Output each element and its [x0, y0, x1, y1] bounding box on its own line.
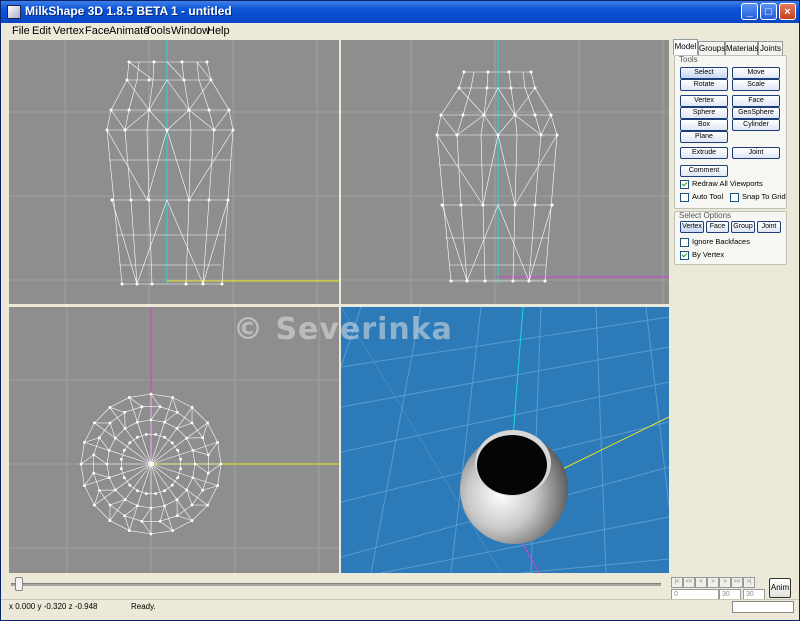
rotate-tool-button[interactable]: Rotate	[680, 79, 728, 91]
menu-bar: File Edit Vertex Face Animate Tools Wind…	[1, 23, 799, 40]
status-message: Ready.	[131, 602, 156, 611]
sphere-tool-button[interactable]: Sphere	[680, 107, 728, 119]
minimize-button[interactable]: _	[741, 3, 758, 20]
cylinder-tool-button[interactable]: Cylinder	[732, 119, 780, 131]
first-frame-icon[interactable]: |<	[671, 577, 683, 588]
menu-face[interactable]: Face	[85, 25, 109, 37]
auto-tool-checkbox[interactable]: Auto Tool	[680, 192, 723, 202]
checkmark-icon	[680, 250, 689, 260]
window-title: MilkShape 3D 1.8.5 BETA 1 - untitled	[25, 4, 232, 18]
comment-button[interactable]: Comment	[680, 165, 728, 177]
select-face-button[interactable]: Face	[706, 221, 729, 233]
geosphere-tool-button[interactable]: GeoSphere	[732, 107, 780, 119]
viewport-front[interactable]	[9, 40, 339, 304]
select-vertex-button[interactable]: Vertex	[680, 221, 704, 233]
menu-edit[interactable]: Edit	[32, 25, 51, 37]
checkmark-icon	[680, 179, 689, 189]
timeline-slider-thumb[interactable]	[15, 577, 23, 591]
select-options-legend: Select Options	[679, 211, 732, 220]
select-options-group: Select Options Vertex Face Group Joint I…	[674, 211, 787, 265]
last-frame-icon[interactable]: >|	[743, 577, 755, 588]
menu-animate[interactable]: Animate	[109, 25, 149, 37]
next-frame-icon[interactable]: >	[719, 577, 731, 588]
extrude-tool-button[interactable]: Extrude	[680, 147, 728, 159]
face-tool-button[interactable]: Face	[732, 95, 780, 107]
tab-groups[interactable]: Groups	[698, 41, 725, 55]
scale-tool-button[interactable]: Scale	[732, 79, 780, 91]
front-view-canvas	[9, 40, 339, 304]
close-button[interactable]: ×	[779, 3, 796, 20]
vertex-tool-button[interactable]: Vertex	[680, 95, 728, 107]
title-bar[interactable]: MilkShape 3D 1.8.5 BETA 1 - untitled _ □…	[1, 1, 799, 23]
status-panel	[732, 601, 794, 613]
menu-help[interactable]: Help	[207, 25, 230, 37]
tools-legend: Tools	[679, 55, 698, 64]
box-tool-button[interactable]: Box	[680, 119, 728, 131]
menu-tools[interactable]: Tools	[145, 25, 171, 37]
by-vertex-checkbox[interactable]: By Vertex	[680, 250, 724, 260]
timeline-track	[11, 583, 661, 586]
tab-joints[interactable]: Joints	[758, 41, 783, 55]
app-window: MilkShape 3D 1.8.5 BETA 1 - untitled _ □…	[0, 0, 800, 621]
maximize-button[interactable]: □	[760, 3, 777, 20]
menu-window[interactable]: Window	[171, 25, 210, 37]
redraw-all-checkbox[interactable]: Redraw All Viewports	[680, 179, 763, 189]
plane-tool-button[interactable]: Plane	[680, 131, 728, 143]
watermark-text: © Severinka	[233, 312, 453, 347]
ignore-backfaces-checkbox[interactable]: Ignore Backfaces	[680, 237, 750, 247]
tab-model[interactable]: Model	[673, 39, 698, 55]
snap-to-grid-checkbox[interactable]: Snap To Grid	[730, 192, 786, 202]
prev-key-icon[interactable]: <<	[683, 577, 695, 588]
prev-frame-icon[interactable]: <	[695, 577, 707, 588]
anim-button[interactable]: Anim	[769, 578, 791, 598]
tab-materials[interactable]: Materials	[725, 41, 758, 55]
animation-timeline[interactable]	[9, 576, 663, 592]
menu-vertex[interactable]: Vertex	[53, 25, 84, 37]
play-icon[interactable]: >	[707, 577, 719, 588]
next-key-icon[interactable]: >>	[731, 577, 743, 588]
side-view-canvas	[341, 40, 669, 304]
tool-panel: Model Groups Materials Joints Tools Sele…	[671, 39, 791, 571]
viewport-side[interactable]	[341, 40, 669, 304]
status-bar: x 0.000 y -0.320 z -0.948 Ready.	[1, 599, 799, 620]
app-icon	[7, 5, 21, 19]
select-tool-button[interactable]: Select	[680, 67, 728, 79]
pot-opening	[477, 435, 547, 495]
tools-group: Tools Select Move Rotate Scale Vertex Fa…	[674, 55, 787, 209]
select-group-button[interactable]: Group	[731, 221, 755, 233]
menu-file[interactable]: File	[12, 25, 30, 37]
joint-tool-button[interactable]: Joint	[732, 147, 780, 159]
move-tool-button[interactable]: Move	[732, 67, 780, 79]
select-joint-button[interactable]: Joint	[757, 221, 781, 233]
status-coordinates: x 0.000 y -0.320 z -0.948	[9, 602, 98, 611]
